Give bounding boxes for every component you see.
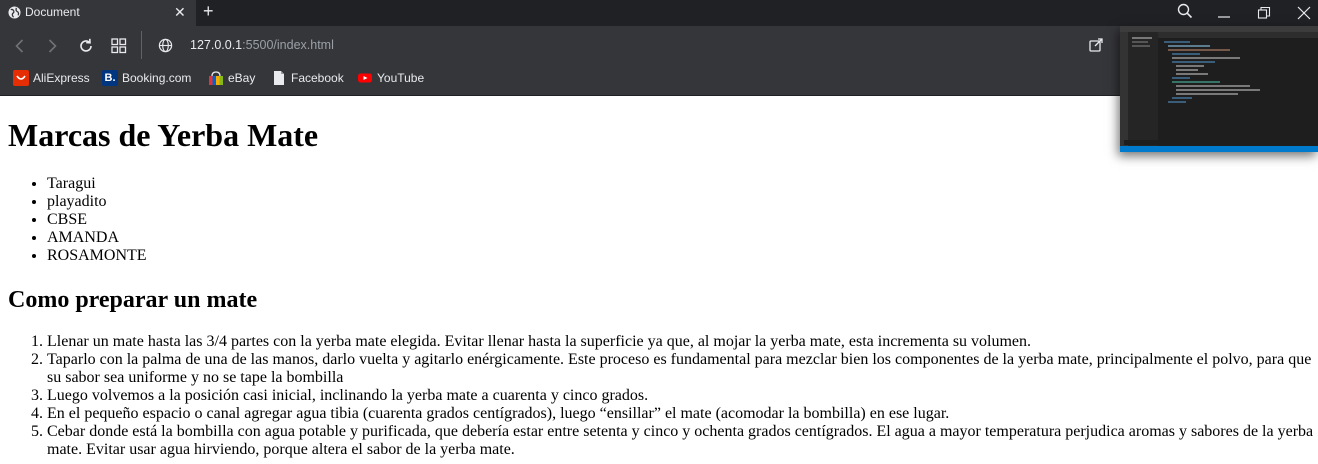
page-title: Marcas de Yerba Mate [8,117,319,153]
list-item: playadito [47,193,1318,211]
list-item: En el pequeño espacio o canal agregar ag… [47,405,1318,423]
new-tab-icon[interactable]: + [203,1,214,22]
bookmark-label: Booking.com [122,71,192,85]
close-icon [1297,6,1311,20]
list-item: ROSAMONTE [47,247,1318,265]
section-heading: Como preparar un mate [8,287,258,313]
url-text: 127.0.0.1:5500/index.html [190,38,334,52]
tab-grid-icon[interactable] [109,36,129,56]
restore-icon [1257,6,1271,19]
list-item: CBSE [47,211,1318,229]
steps-list: Llenar un mate hasta las 3/4 partes con … [8,333,1318,459]
close-tab-icon[interactable]: ✕ [174,4,186,21]
toolbar-divider [141,31,142,59]
file-icon [271,70,287,86]
back-icon[interactable] [10,36,30,56]
aliexpress-icon [13,70,29,86]
list-item: Llenar un mate hasta las 3/4 partes con … [47,333,1318,351]
brands-list: Taragui playadito CBSE AMANDA ROSAMONTE [8,175,1318,265]
bookmark-ebay[interactable]: eBay [208,70,255,88]
site-info-icon[interactable] [158,38,173,53]
reload-icon[interactable] [76,36,96,56]
bookmark-label: Facebook [291,71,344,85]
restore-button[interactable] [1242,0,1286,26]
bookmark-facebook[interactable]: Facebook [271,70,344,88]
bookmark-label: AliExpress [33,71,90,85]
tab-title: Document [25,5,80,19]
list-item: Luego volvemos a la posición casi inicia… [47,387,1318,405]
share-icon[interactable] [1088,37,1104,53]
bookmark-youtube[interactable]: YouTube [357,70,424,88]
bookmark-label: YouTube [377,71,425,85]
tab-document[interactable]: Document ✕ [0,0,196,26]
close-window-button[interactable] [1282,0,1318,26]
list-item: Taparlo con la palma de una de las manos… [47,351,1318,387]
search-tabs-icon[interactable] [1177,3,1193,19]
bookmark-booking[interactable]: B. Booking.com [102,70,191,88]
forward-icon[interactable] [42,36,62,56]
booking-icon: B. [102,70,118,86]
ebay-icon [208,70,224,86]
url-host: 127.0.0.1 [190,38,243,52]
bookmark-aliexpress[interactable]: AliExpress [13,70,90,88]
minimize-icon [1218,16,1230,18]
address-bar[interactable]: 127.0.0.1:5500/index.html [150,30,1110,60]
globe-icon [8,6,21,19]
list-item: Taragui [47,175,1318,193]
list-item: AMANDA [47,229,1318,247]
list-item: Cebar donde está la bombilla con agua po… [47,423,1318,459]
url-path: :5500/index.html [242,38,334,52]
page-content: Marcas de Yerba Mate Taragui playadito C… [8,96,1318,459]
tab-strip: Document ✕ + [0,0,1318,26]
bookmark-label: eBay [228,71,256,85]
minimize-button[interactable] [1202,0,1246,26]
youtube-icon [357,70,373,86]
